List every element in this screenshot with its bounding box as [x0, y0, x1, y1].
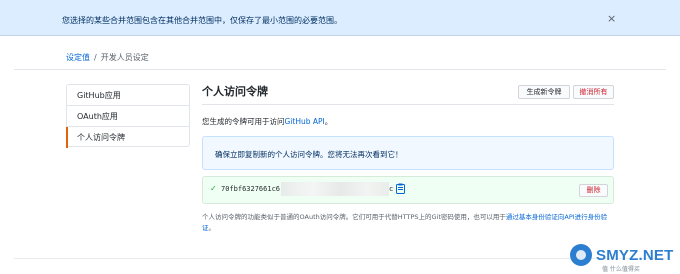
token-value-suffix: c [389, 185, 394, 193]
menu-item-github-apps[interactable]: GitHub应用 [67, 85, 189, 106]
menu-item-oauth-apps[interactable]: OAuth应用 [67, 106, 189, 127]
close-icon[interactable]: × [607, 13, 616, 24]
check-icon: ✓ [210, 184, 217, 193]
new-token-row: ✓ 70fbf6327661c6 c 删除 [202, 176, 614, 204]
token-redacted-area [281, 182, 389, 196]
copy-token-notice: 确保立即复制新的个人访问令牌。您将无法再次看到它！ [202, 136, 614, 170]
bottom-divider [14, 258, 666, 259]
breadcrumb: 设定值 / 开发人员设定 [66, 52, 149, 63]
token-value-prefix: 70fbf6327661c6 [221, 185, 281, 193]
clipboard-icon[interactable] [396, 183, 405, 194]
flash-message: 您选择的某些合并范围包含在其他合并范围中，仅保存了最小范围的必要范围。 [62, 16, 342, 25]
breadcrumb-settings-link[interactable]: 设定值 [66, 53, 90, 62]
github-api-link[interactable]: GitHub API [285, 117, 325, 126]
page-title: 个人访问令牌 [202, 85, 268, 98]
generate-new-token-button[interactable]: 生成新令牌 [518, 85, 570, 99]
breadcrumb-current: 开发人员设定 [100, 53, 149, 62]
breadcrumb-divider [14, 69, 666, 70]
tokens-footer-note: 个人访问令牌的功能类似于普通的OAuth访问令牌。它们可用于代替HTTPS上的G… [202, 212, 614, 234]
watermark-logo-icon [570, 244, 592, 266]
description-end: 。 [324, 117, 333, 126]
tokens-description: 您生成的令牌可用于访问GitHub API。 [202, 116, 332, 127]
title-divider [202, 104, 614, 105]
note-text: 个人访问令牌的功能类似于普通的OAuth访问令牌。它们可用于代替HTTPS上的G… [202, 213, 506, 221]
delete-token-button[interactable]: 删除 [579, 184, 608, 197]
flash-banner: 您选择的某些合并范围包含在其他合并范围中，仅保存了最小范围的必要范围。 × [0, 0, 680, 36]
breadcrumb-separator: / [94, 53, 97, 62]
watermark-text: SMYZ.NET [596, 246, 674, 264]
note-end: 。 [208, 224, 216, 232]
notice-text: 确保立即复制新的个人访问令牌。您将无法再次看到它！ [215, 150, 403, 159]
description-text: 您生成的令牌可用于访问 [202, 117, 285, 126]
developer-settings-menu: GitHub应用 OAuth应用 个人访问令牌 [66, 84, 190, 148]
menu-item-personal-access-tokens[interactable]: 个人访问令牌 [66, 127, 189, 148]
revoke-all-button[interactable]: 撤消所有 [573, 85, 614, 99]
watermark-subtext: 值 什么值得买 [602, 266, 640, 273]
